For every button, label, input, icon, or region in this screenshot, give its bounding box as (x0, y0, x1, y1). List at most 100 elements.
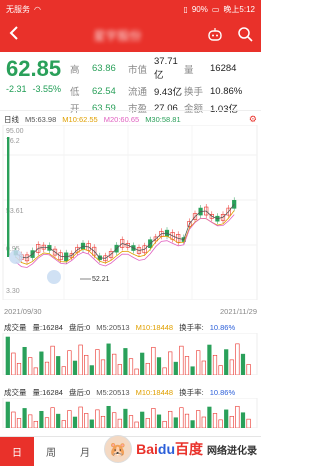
volume-bar (123, 348, 128, 376)
volume-indicator-row-1: 成交量 量:16284 盘后:0 M5:20513 M10:18448 换手率:… (0, 321, 261, 333)
volume-bar (95, 409, 100, 429)
stock-title: 星宇股份 (93, 28, 142, 43)
volume-value: 量:16284 (32, 322, 63, 332)
vol-m10-value-2: M10:18448 (135, 387, 174, 397)
value-low: 62.54 (92, 85, 116, 97)
volume-bar (184, 413, 190, 429)
volume-bar (235, 405, 240, 429)
y-tick-bottom: 3.30 (6, 288, 20, 295)
volume-chart-2[interactable] (0, 397, 261, 429)
turnover-value-2: 10.86% (209, 387, 236, 397)
after-hours-value-2: 盘后:0 (68, 387, 91, 397)
volume-bar (117, 418, 122, 429)
volume-label-2[interactable]: 成交量 (4, 387, 27, 398)
volume-bar (72, 360, 78, 376)
kline-chart[interactable]: 95.00 76.2 53.61 0.95 3.30 52.21 (0, 124, 261, 301)
tab-week[interactable]: 周 (34, 437, 68, 466)
volume-bar (106, 405, 111, 429)
volume-bar (33, 367, 38, 376)
volume-indicator-row-2: 成交量 量:16284 盘后:0 M5:20513 M10:18448 换手率:… (0, 386, 261, 398)
volume-bar (145, 362, 150, 376)
volume-bar (56, 356, 61, 376)
volume-bar (100, 415, 106, 429)
ma10-value: M10:62.55 (62, 114, 98, 124)
vol-m5-value: M5:20513 (96, 322, 130, 332)
volume-chart-1[interactable] (0, 332, 261, 376)
volume-bar (246, 364, 251, 376)
settings-icon[interactable]: ⚙ (249, 114, 257, 125)
volume-bar (196, 410, 201, 429)
volume-bar (39, 351, 44, 376)
label-high: 高 (70, 64, 80, 76)
volume-bar (11, 352, 16, 376)
volume-bar (78, 406, 83, 429)
quote-panel: 62.85 -2.31 -3.55% 高 63.86 市值 37.71亿 量 1… (0, 52, 261, 115)
tab-day[interactable]: 日 (0, 436, 34, 466)
volume-bar (179, 345, 184, 376)
volume-bar (229, 415, 234, 429)
volume-bar (112, 353, 117, 376)
period-label[interactable]: 日线 (4, 114, 19, 125)
volume-bar (39, 410, 44, 429)
chevron-left-icon (9, 25, 18, 40)
chart-area: 日线 M5:63.98 M10:62.55 M20:60.65 M30:58.8… (0, 110, 261, 465)
label-market-cap: 市值 (128, 64, 148, 76)
volume-bar (61, 366, 66, 376)
volume-bar (134, 368, 139, 376)
date-axis: 2021/09/30 2021/11/29 (0, 305, 261, 317)
volume-bar (128, 358, 134, 376)
volume-bar (28, 357, 33, 376)
zoom-out-icon[interactable] (47, 270, 61, 284)
volume-bar (112, 412, 117, 429)
volume-bar (28, 414, 33, 429)
date-end: 2021/11/29 (220, 306, 257, 316)
zoom-in-icon[interactable] (9, 250, 23, 264)
volume-bar (72, 416, 78, 429)
volume-bar (84, 354, 89, 376)
volume-bar (44, 417, 50, 429)
robot-button[interactable] (207, 26, 223, 45)
volume-bar (156, 357, 162, 376)
search-button[interactable] (237, 26, 253, 45)
volume-bar (100, 359, 106, 376)
carrier-label: 无服务 (6, 4, 30, 14)
value-turnover: 10.86% (210, 85, 243, 97)
volume-bar (196, 350, 201, 376)
volume-bar (168, 351, 173, 376)
watermark-text: 网络进化录 (207, 445, 257, 457)
battery-icon: ▭ (211, 4, 220, 14)
volume-bar (84, 413, 89, 429)
volume-bar (207, 406, 212, 429)
low-price-label: 52.21 (92, 276, 110, 283)
volume-bar (5, 401, 10, 429)
volume-value-2: 量:16284 (32, 387, 63, 397)
volume-bar (67, 410, 72, 429)
volume-bar (184, 356, 190, 376)
label-turnover: 换手 (184, 87, 204, 98)
vol-m5-value-2: M5:20513 (96, 387, 130, 397)
title-bar: 星宇股份 (0, 18, 261, 52)
volume-bar (89, 365, 94, 376)
volume-bar (201, 416, 206, 429)
watermark: 🐹 Baidu百度 网络进化录 (104, 435, 257, 463)
back-button[interactable] (8, 24, 28, 47)
volume-bar (168, 410, 173, 429)
volume-bar (156, 414, 162, 429)
volume-bar (179, 407, 184, 429)
wifi-icon: ◠ (34, 4, 41, 14)
value-market-cap: 37.71亿 (154, 56, 178, 81)
tab-month[interactable]: 月 (68, 437, 102, 466)
volume-bar (106, 343, 111, 376)
volume-bar (67, 350, 72, 376)
volume-bar (50, 345, 55, 376)
volume-bar (190, 366, 195, 376)
status-bar: 无服务 ◠ ▯ 90% ▭ 晚上5:12 (0, 0, 261, 18)
value-high: 63.86 (92, 63, 116, 74)
value-volume: 16284 (210, 63, 237, 74)
volume-bar (123, 408, 128, 429)
volume-label[interactable]: 成交量 (4, 322, 27, 333)
volume-bar (44, 361, 50, 376)
label-volume: 量 (184, 64, 194, 76)
period-tab-bar: 日 周 月 🐹 Baidu百度 网络进化录 (0, 435, 261, 466)
volume-bar (201, 360, 206, 376)
